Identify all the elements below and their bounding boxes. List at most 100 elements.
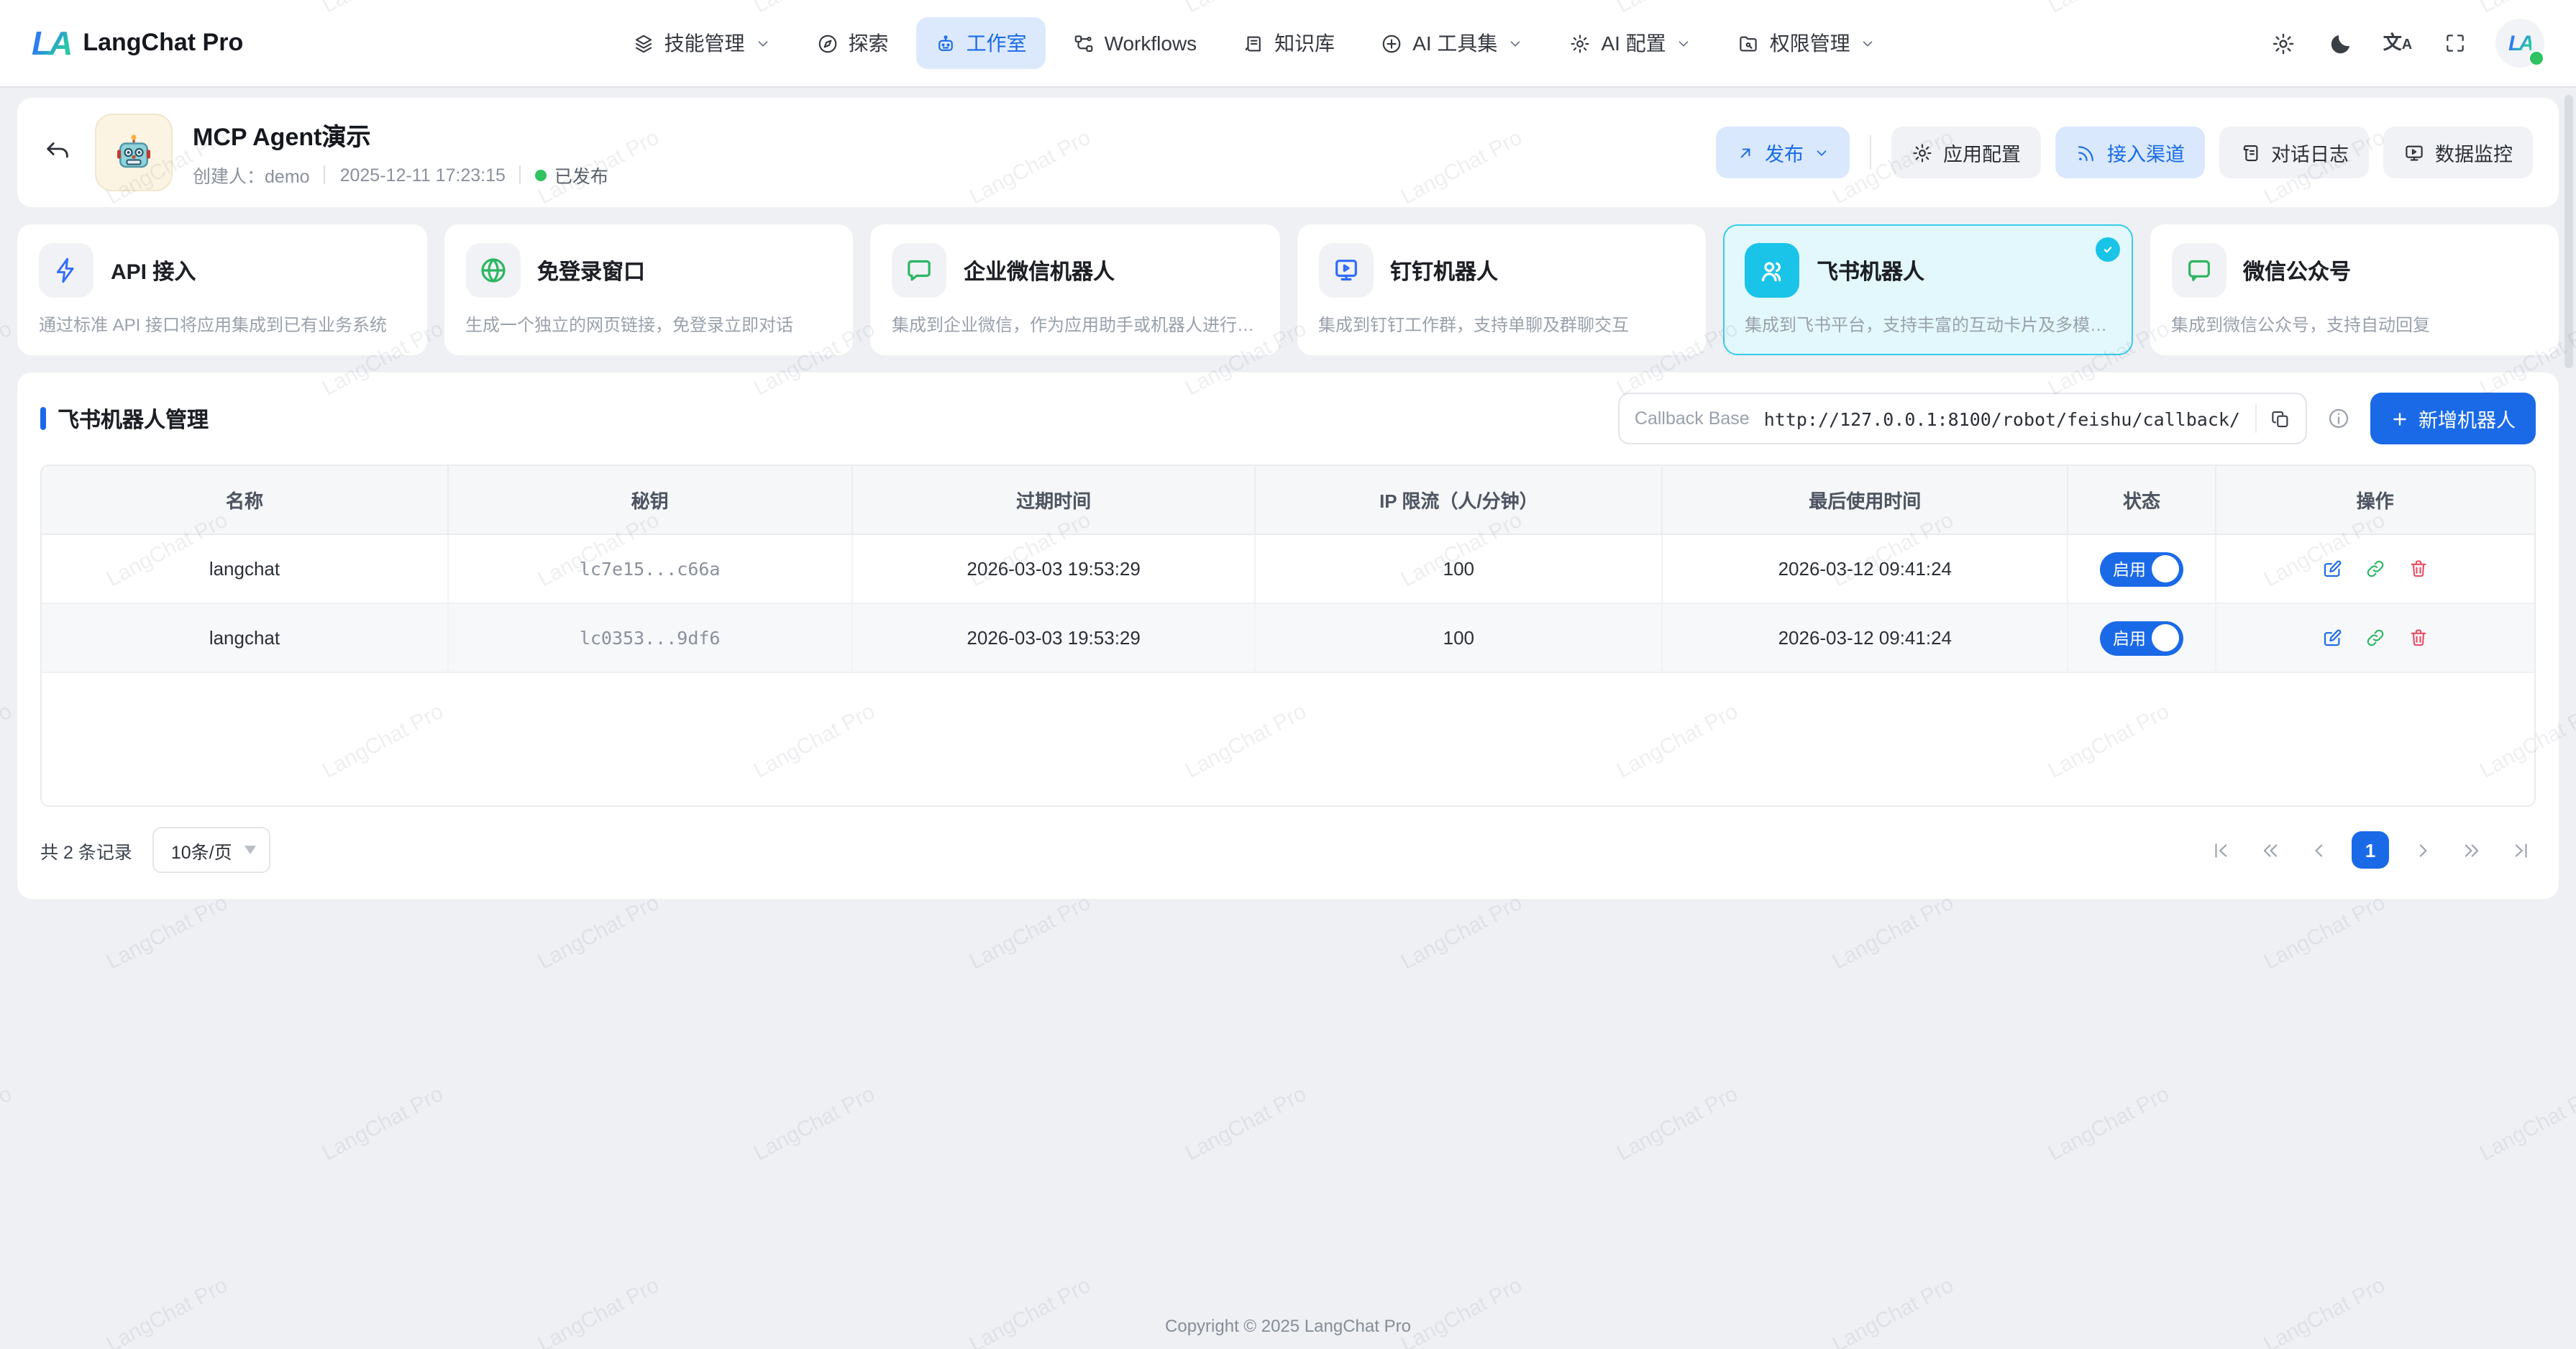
- cell-expire: 2026-03-03 19:53:29: [851, 534, 1255, 603]
- total-records: 共 2 条记录: [40, 836, 132, 864]
- dark-mode-moon-icon[interactable]: [2323, 26, 2357, 60]
- cell-expire: 2026-03-03 19:53:29: [851, 603, 1255, 672]
- book-icon: [1243, 32, 1264, 54]
- section-title: 飞书机器人管理: [40, 403, 209, 434]
- col-ip-limit: IP 限流（人/分钟）: [1256, 466, 1662, 534]
- meta-divider: [520, 165, 521, 184]
- channel-title: 免登录窗口: [537, 255, 645, 285]
- select-arrow-icon: [245, 846, 257, 854]
- globe-icon: [465, 243, 520, 298]
- nav-item-skills[interactable]: 技能管理: [614, 17, 790, 69]
- pagination-bar: 共 2 条记录 10条/页 1: [40, 827, 2536, 873]
- cell-secret: lc7e15...c66a: [448, 534, 851, 603]
- data-monitor-button[interactable]: 数据监控: [2383, 127, 2533, 178]
- language-translate-icon[interactable]: 文A: [2380, 26, 2415, 60]
- channel-card-dingtalk[interactable]: 钉钉机器人 集成到钉钉工作群，支持单聊及群聊交互: [1297, 224, 1706, 355]
- nav-item-studio[interactable]: 工作室: [916, 17, 1046, 69]
- chevron-down-icon: [1676, 35, 1692, 51]
- cell-ip-limit: 100: [1256, 534, 1662, 603]
- meta-divider: [324, 165, 326, 184]
- channel-card-api[interactable]: API 接入 通过标准 API 接口将应用集成到已有业务系统: [17, 224, 426, 355]
- top-navbar: LA LangChat Pro 技能管理 探索 工作室 Workflows: [0, 0, 2576, 86]
- page-size-select[interactable]: 10条/页: [152, 827, 271, 873]
- edit-icon[interactable]: [2321, 558, 2343, 580]
- publish-button[interactable]: 发布: [1716, 127, 1850, 178]
- trash-icon[interactable]: [2408, 558, 2429, 580]
- edit-icon[interactable]: [2321, 627, 2343, 649]
- plus-icon: [2390, 409, 2408, 428]
- channel-desc: 集成到企业微信，作为应用助手或机器人进行交互: [892, 312, 1258, 337]
- brand-name: LangChat Pro: [83, 29, 243, 58]
- nav-item-explore[interactable]: 探索: [798, 17, 908, 69]
- table-empty-area: [42, 673, 2534, 805]
- prev-page-icon[interactable]: [2303, 834, 2334, 866]
- jump-forward-icon[interactable]: [2455, 834, 2487, 866]
- avatar-logo-text: LA: [2508, 31, 2531, 55]
- nav-label: 知识库: [1274, 29, 1335, 58]
- last-page-icon[interactable]: [2504, 834, 2536, 866]
- nav-item-workflows[interactable]: Workflows: [1054, 20, 1216, 66]
- created-at: 2025-12-11 17:23:15: [340, 165, 506, 185]
- feishu-people-icon: [1745, 243, 1799, 298]
- link-icon[interactable]: [2365, 627, 2386, 649]
- access-channel-button[interactable]: 接入渠道: [2055, 127, 2205, 178]
- callback-url: http://127.0.0.1:8100/robot/feishu/callb…: [1764, 408, 2255, 429]
- selected-check-icon: [2095, 237, 2119, 262]
- scroll-log-icon: [2239, 142, 2261, 163]
- main-nav: 技能管理 探索 工作室 Workflows 知识库 AI 工具集: [614, 17, 1895, 69]
- nav-label: 探索: [849, 29, 889, 58]
- link-icon[interactable]: [2365, 558, 2386, 580]
- publish-label: 发布: [1765, 138, 1804, 167]
- channel-desc: 集成到飞书平台，支持丰富的互动卡片及多模式对话: [1745, 312, 2111, 337]
- trash-icon[interactable]: [2408, 627, 2429, 649]
- robot-icon: [935, 32, 956, 54]
- nav-label: AI 工具集: [1412, 29, 1497, 58]
- channel-title: 钉钉机器人: [1390, 255, 1498, 285]
- toggle-knob: [2152, 555, 2180, 582]
- nav-label: Workflows: [1105, 32, 1197, 55]
- scrollbar-thumb[interactable]: [2564, 95, 2573, 368]
- app-config-button[interactable]: 应用配置: [1891, 127, 2041, 178]
- add-robot-button[interactable]: 新增机器人: [2370, 393, 2536, 444]
- nav-label: AI 配置: [1601, 29, 1666, 58]
- first-page-icon[interactable]: [2205, 834, 2237, 866]
- channel-card-feishu[interactable]: 飞书机器人 集成到飞书平台，支持丰富的互动卡片及多模式对话: [1723, 224, 2132, 355]
- robot-face-icon: [112, 131, 155, 174]
- fullscreen-icon[interactable]: [2438, 26, 2472, 60]
- brand-logo-icon: LA: [32, 24, 70, 63]
- channel-desc: 生成一个独立的网页链接，免登录立即对话: [465, 312, 831, 337]
- col-actions: 操作: [2215, 466, 2534, 534]
- copy-icon[interactable]: [2256, 394, 2305, 443]
- info-icon[interactable]: [2326, 407, 2349, 430]
- layers-icon: [633, 32, 654, 54]
- current-page[interactable]: 1: [2352, 831, 2389, 869]
- dingtalk-monitor-icon: [1318, 243, 1373, 298]
- agent-avatar: [95, 114, 173, 191]
- channel-card-wecom[interactable]: 企业微信机器人 集成到企业微信，作为应用助手或机器人进行交互: [870, 224, 1279, 355]
- title-accent-bar: [40, 407, 46, 430]
- next-page-icon[interactable]: [2406, 834, 2438, 866]
- bolt-icon: [39, 243, 93, 298]
- user-avatar[interactable]: LA: [2495, 19, 2544, 68]
- channel-card-wechat-mp[interactable]: 微信公众号 集成到微信公众号，支持自动回复: [2150, 224, 2559, 355]
- workflow-icon: [1073, 32, 1095, 54]
- nav-item-permissions[interactable]: 权限管理: [1719, 17, 1895, 69]
- robots-table: 名称 秘钥 过期时间 IP 限流（人/分钟） 最后使用时间 状态 操作 lang…: [40, 465, 2536, 807]
- chat-log-button[interactable]: 对话日志: [2219, 127, 2369, 178]
- chat-bubble-icon: [892, 243, 946, 298]
- arrow-up-right-icon: [1736, 143, 1755, 162]
- cell-name: langchat: [42, 603, 448, 672]
- channel-card-weblink[interactable]: 免登录窗口 生成一个独立的网页链接，免登录立即对话: [444, 224, 853, 355]
- settings-gear-icon[interactable]: [2265, 26, 2300, 60]
- nav-item-knowledge[interactable]: 知识库: [1224, 17, 1353, 69]
- publish-status-badge: 已发布: [536, 161, 608, 188]
- nav-item-ai-tools[interactable]: AI 工具集: [1362, 17, 1542, 69]
- status-toggle[interactable]: 启用: [2100, 621, 2183, 655]
- col-secret: 秘钥: [448, 466, 851, 534]
- nav-label: 工作室: [967, 29, 1027, 58]
- jump-back-icon[interactable]: [2254, 834, 2285, 866]
- brand-logo[interactable]: LA LangChat Pro: [32, 24, 243, 63]
- back-icon[interactable]: [43, 137, 75, 168]
- status-toggle[interactable]: 启用: [2100, 552, 2183, 586]
- nav-item-ai-config[interactable]: AI 配置: [1550, 17, 1710, 69]
